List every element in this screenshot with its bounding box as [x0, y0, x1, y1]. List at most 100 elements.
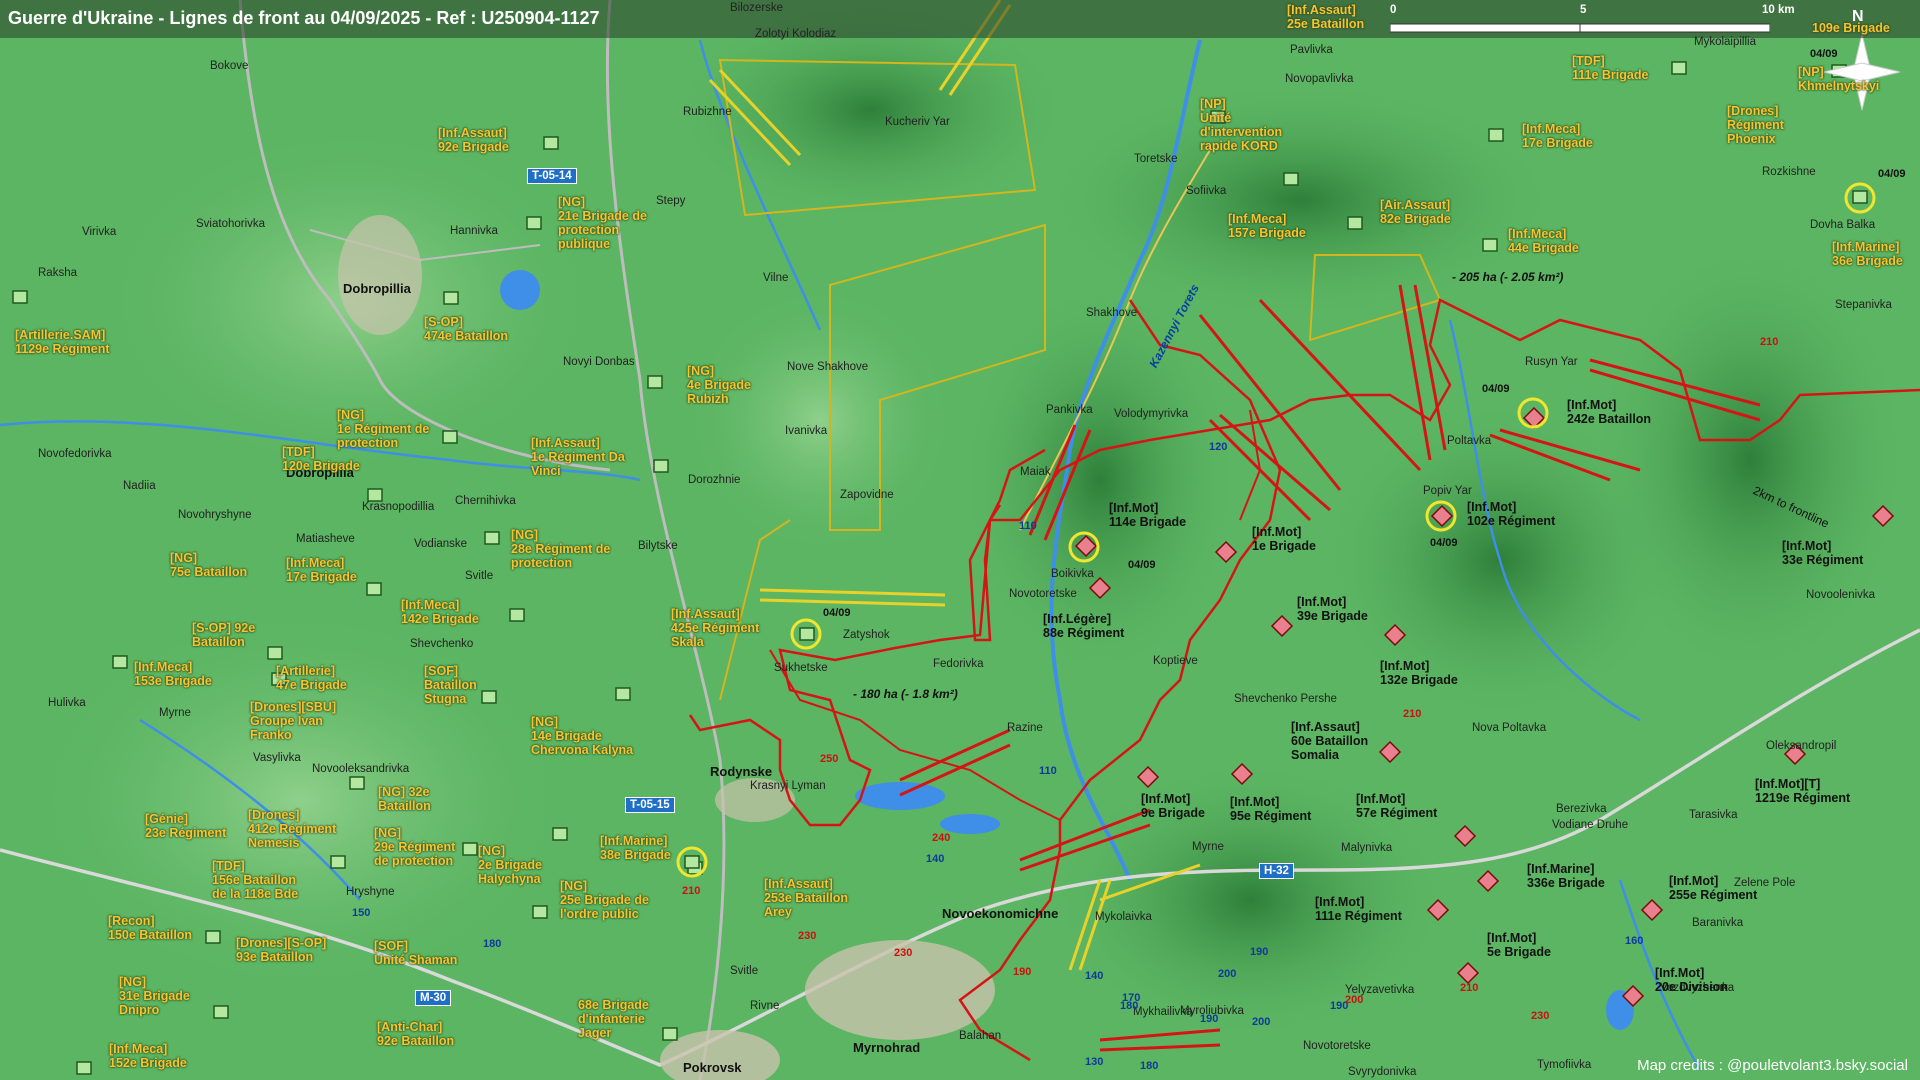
ua-unit-label: [SOF] Bataillon Stugna — [424, 664, 477, 706]
ua-unit-label: [NP] Unité d'intervention rapide KORD — [1200, 97, 1283, 153]
ua-unit-label: [NG] 14e Brigade Chervona Kalyna — [531, 715, 634, 757]
road-number: 130 — [1085, 1056, 1104, 1068]
place-label: Sviatohorivka — [196, 218, 266, 230]
place-label: Pokrovsk — [683, 1060, 742, 1075]
road-number: 190 — [1200, 1013, 1219, 1025]
place-label: Ivanivka — [785, 425, 828, 437]
place-label: Rozkishne — [1762, 166, 1816, 178]
ru-unit-label: [Inf.Marine] 336e Brigade — [1527, 862, 1605, 890]
ua-unit-label: [TDF] 156e Bataillon de la 118e Bde — [212, 859, 299, 901]
ru-unit-label: [Inf.Mot] 5e Brigade — [1487, 931, 1551, 959]
scale-label-0: 0 — [1390, 4, 1397, 16]
place-label: Mykolaipillia — [1694, 36, 1756, 48]
ua-unit-label: [Drones][SBU] Groupe Ivan Franko — [250, 700, 337, 742]
place-label: Svyrydonivka — [1348, 1066, 1417, 1078]
road-number-red: 210 — [1403, 708, 1422, 720]
road-number: 110 — [1039, 765, 1057, 777]
ru-unit-label: [Inf.Mot] 255e Régiment — [1669, 874, 1758, 902]
road-number: 140 — [926, 853, 945, 865]
place-label: Stepy — [656, 195, 686, 207]
place-label: Sofiivka — [1186, 185, 1227, 197]
place-label: Dovha Balka — [1810, 219, 1876, 231]
place-label: Novofedorivka — [38, 448, 112, 460]
date-label: 04/09 — [1878, 168, 1906, 180]
date-label: 04/09 — [1482, 383, 1510, 395]
place-label: Hulivka — [48, 697, 86, 709]
place-label: Dobropillia — [343, 281, 411, 296]
road-number-red: 230 — [1531, 1010, 1550, 1022]
place-label: Myrnohrad — [853, 1040, 921, 1055]
ua-unit-label: [Inf.Marine] 38e Brigade — [600, 834, 671, 862]
place-label: Oleksandropil — [1766, 740, 1837, 752]
place-label: Bilozerske — [730, 2, 784, 14]
place-label: Nove Shakhove — [787, 361, 869, 373]
ua-unit-label: [Inf.Assaut] 92e Brigade — [438, 126, 509, 154]
ru-unit-label: [Inf.Mot] 9e Brigade — [1141, 792, 1205, 820]
ua-unit-label: [Inf.Assaut] 425e Régiment Skala — [671, 607, 760, 649]
ua-unit-label: [NG] 1e Régiment de protection — [337, 408, 430, 450]
ua-unit-label: [Inf.Meca] 142e Brigade — [401, 598, 479, 626]
ua-unit-label: [Air.Assaut] 82e Brigade — [1380, 198, 1451, 226]
date-label: 04/09 — [1430, 537, 1458, 549]
place-label: Rusyn Yar — [1525, 356, 1578, 368]
place-label: Malynivka — [1341, 842, 1393, 854]
ua-unit-label: 109e Brigade — [1812, 21, 1890, 35]
place-label: Matiasheve — [296, 533, 355, 545]
ru-unit-label: [Inf.Mot] 95e Régiment — [1230, 795, 1312, 823]
ua-unit-label: [Artillerie.SAM] 1129e Régiment — [15, 328, 110, 356]
place-label: Krasnyi Lyman — [750, 780, 826, 792]
ua-unit-label: 68e Brigade d'infanterie Jager — [578, 998, 649, 1040]
ua-unit-label: [Inf.Meca] 17e Brigade — [1522, 122, 1593, 150]
road-number-red: 250 — [820, 753, 839, 765]
place-label: Vasylivka — [253, 752, 301, 764]
ua-unit-label: [Drones][S-OP] 93e Bataillon — [236, 936, 327, 964]
ua-unit-label: [Drones] 412e Régiment Nemesis — [248, 808, 337, 850]
place-label: Dorozhnie — [688, 474, 741, 486]
road-number-red: 240 — [932, 832, 951, 844]
ua-unit-label: [S-OP] 92e Bataillon — [192, 621, 256, 649]
ua-unit-label: [NG] 2e Brigade Halychyna — [478, 844, 542, 886]
scale-label-10: 10 km — [1762, 4, 1795, 16]
place-label: Myrne — [159, 707, 191, 719]
ru-unit-label: [Inf.Mot] 57e Régiment — [1356, 792, 1438, 820]
ua-unit-label: [Recon] 150e Bataillon — [108, 914, 193, 942]
date-label: 04/09 — [1810, 48, 1838, 60]
road-number: 180 — [483, 938, 502, 950]
ru-unit-label: [Inf.Mot] 1e Brigade — [1252, 525, 1316, 553]
date-label: 04/09 — [1128, 559, 1156, 571]
place-label: Boikivka — [1051, 568, 1094, 580]
ru-unit-label: [Inf.Mot][T] 1219e Régiment — [1755, 777, 1851, 805]
place-label: Balahan — [959, 1030, 1002, 1042]
place-label: Baranivka — [1692, 917, 1744, 929]
ua-unit-label: [NG] 21e Brigade de protection publique — [558, 195, 647, 251]
place-label: Vodianske — [414, 538, 468, 550]
road-number: 160 — [1625, 935, 1644, 947]
place-label: Koptieve — [1153, 655, 1198, 667]
place-label: Zatyshok — [843, 629, 890, 641]
place-label: Rodynske — [710, 764, 773, 779]
ua-unit-label: [NG] 75e Bataillon — [170, 551, 248, 579]
road-number-red: 200 — [1345, 994, 1364, 1006]
place-label: Mykolaivka — [1095, 911, 1152, 923]
place-label: Bilytske — [638, 540, 678, 552]
place-label: Novohryshyne — [178, 509, 252, 521]
ua-unit-label: [NG] 4e Brigade Rubizh — [687, 364, 751, 406]
place-label: Vilne — [763, 272, 789, 284]
ua-unit-label: [TDF] 120e Brigade — [282, 445, 360, 473]
road-number: 190 — [1250, 946, 1269, 958]
place-label: Fedorivka — [933, 658, 984, 670]
ua-unit-label: [NG] 29e Régiment de protection — [374, 826, 456, 868]
front-map: Guerre d'Ukraine - Lignes de front au 04… — [0, 0, 1920, 1080]
place-label: Krasnopodillia — [362, 501, 435, 513]
place-label: Zapovidne — [840, 489, 894, 501]
place-label: Shevchenko Pershe — [1234, 693, 1337, 705]
ru-unit-label: [Inf.Mot] 33e Régiment — [1782, 539, 1864, 567]
ru-unit-label: [Inf.Mot] 111e Régiment — [1315, 895, 1402, 923]
road-number: 200 — [1252, 1016, 1271, 1028]
place-label: Rivne — [750, 1000, 780, 1012]
place-label: Novyi Donbas — [563, 356, 635, 368]
ua-unit-label: [Inf.Meca] 152e Brigade — [109, 1042, 187, 1070]
ua-unit-label: [NG] 32e Bataillon — [378, 785, 431, 813]
place-label: Berezivka — [1556, 803, 1607, 815]
ru-unit-label: [Inf.Mot] 132e Brigade — [1380, 659, 1458, 687]
